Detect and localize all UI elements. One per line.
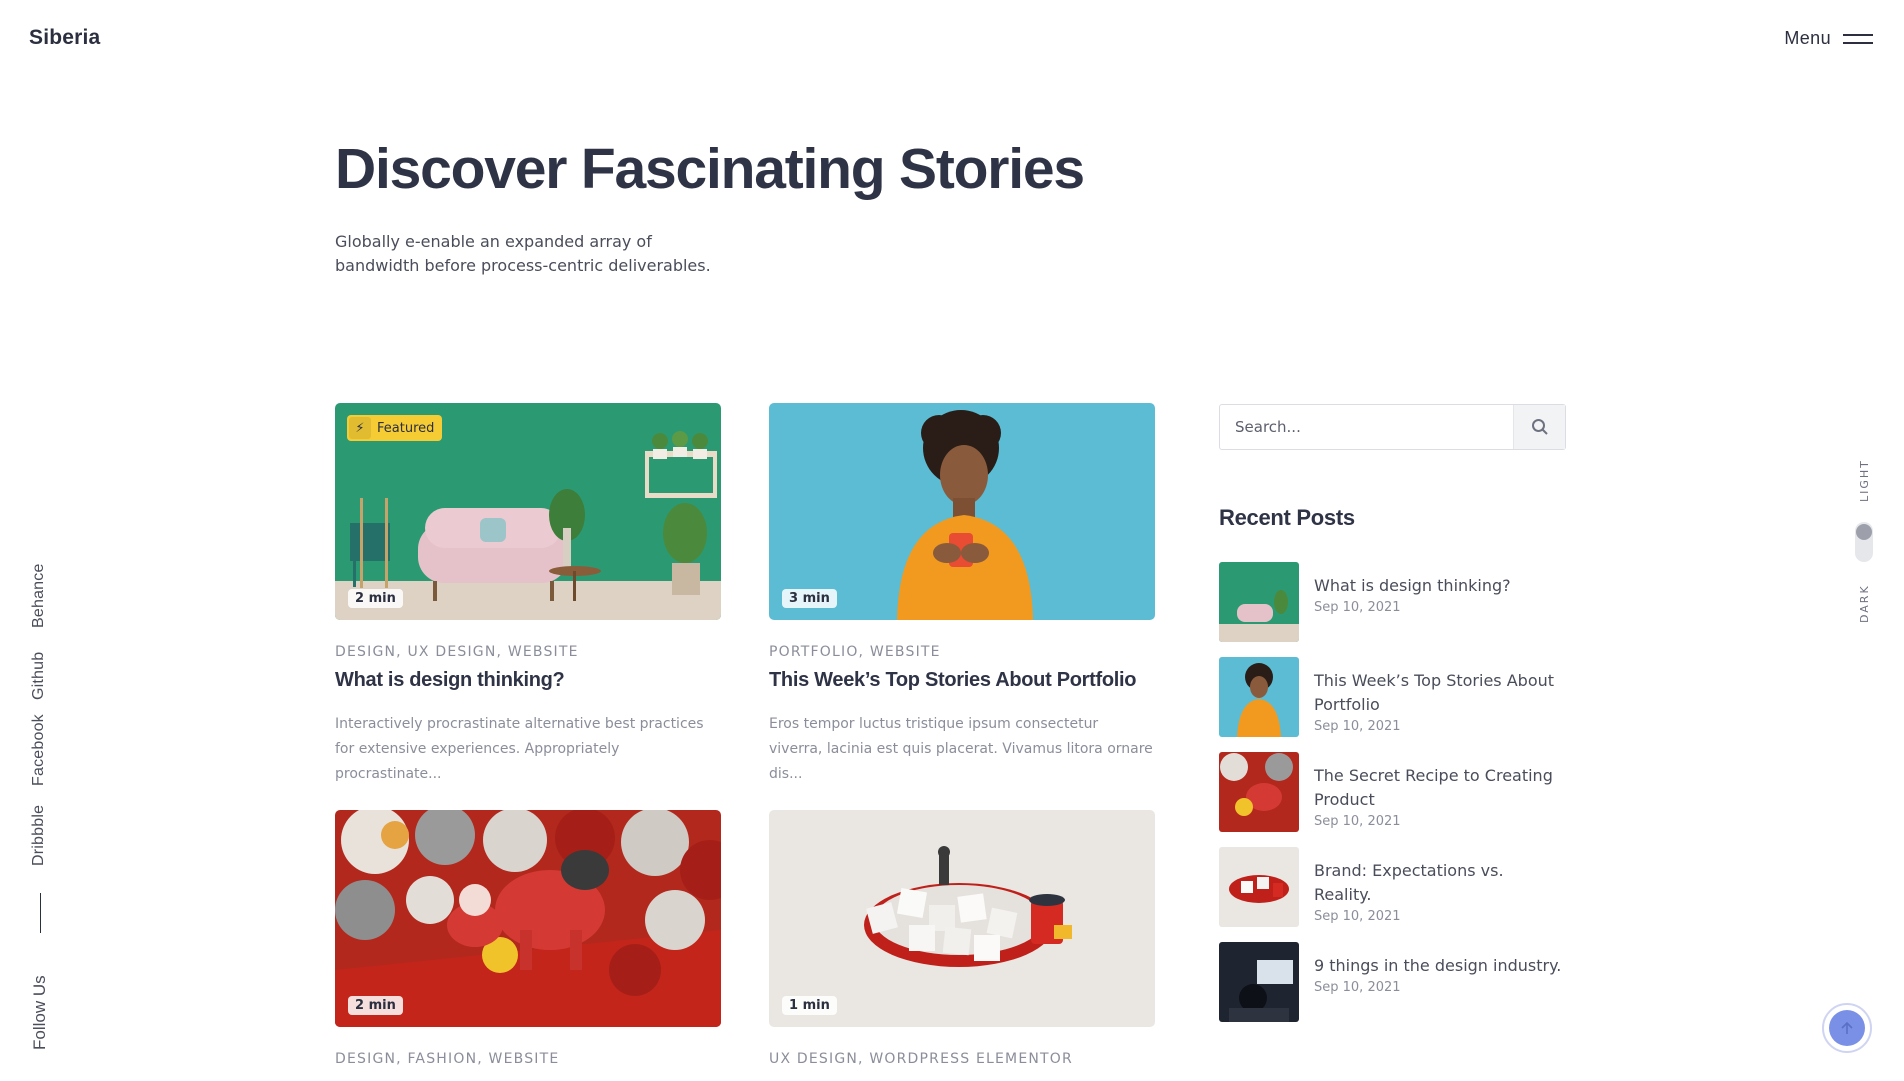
post-categories[interactable]: DESIGN, FASHION, WEBSITE: [335, 1051, 721, 1067]
post-image[interactable]: 2 min: [335, 810, 721, 1027]
featured-label: Featured: [377, 420, 435, 436]
recent-post-date: Sep 10, 2021: [1314, 980, 1401, 995]
hamburger-icon: [1843, 33, 1873, 45]
menu-button[interactable]: Menu: [1784, 28, 1873, 49]
recent-posts-list: What is design thinking? Sep 10, 2021 Th…: [1219, 562, 1579, 1037]
social-link-dribbble[interactable]: Dribbble: [30, 805, 48, 866]
post-image[interactable]: 1 min: [769, 810, 1155, 1027]
recent-post-item[interactable]: The Secret Recipe to Creating Product Se…: [1219, 752, 1579, 847]
recent-post-thumbnail[interactable]: [1219, 752, 1299, 832]
recent-post-thumbnail[interactable]: [1219, 847, 1299, 927]
post-excerpt: Eros tempor luctus tristique ipsum conse…: [769, 716, 1153, 782]
recent-post-item[interactable]: This Week’s Top Stories About Portfolio …: [1219, 657, 1579, 752]
scroll-to-top-button[interactable]: [1822, 1003, 1872, 1053]
recent-post-date: Sep 10, 2021: [1314, 719, 1401, 734]
post-title[interactable]: This Week’s Top Stories About Portfolio: [769, 669, 1155, 692]
recent-post-thumbnail[interactable]: [1219, 657, 1299, 737]
site-logo[interactable]: Siberia: [29, 26, 100, 50]
recent-post-item[interactable]: 9 things in the design industry. Sep 10,…: [1219, 942, 1579, 1037]
social-link-github[interactable]: Github: [30, 652, 48, 700]
recent-post-title[interactable]: 9 things in the design industry.: [1314, 954, 1564, 978]
recent-post-item[interactable]: What is design thinking? Sep 10, 2021: [1219, 562, 1579, 657]
read-time-badge: 1 min: [782, 996, 837, 1015]
social-divider: [40, 893, 41, 933]
page-subtitle: Globally e-enable an expanded array of b…: [335, 232, 711, 275]
post-title[interactable]: What is design thinking?: [335, 669, 721, 692]
recent-post-date: Sep 10, 2021: [1314, 909, 1401, 924]
recent-post-date: Sep 10, 2021: [1314, 600, 1401, 615]
theme-dark-label[interactable]: DARK: [1858, 584, 1871, 623]
read-time-badge: 3 min: [782, 589, 837, 608]
post-card: 1 min UX DESIGN, WORDPRESS ELEMENTOR: [769, 810, 1155, 1067]
recent-post-title[interactable]: The Secret Recipe to Creating Product: [1314, 764, 1564, 812]
featured-badge: ⚡ Featured: [347, 415, 443, 441]
theme-light-label[interactable]: LIGHT: [1858, 459, 1871, 502]
read-time-badge: 2 min: [348, 589, 403, 608]
search-icon: [1531, 419, 1548, 435]
recent-post-title[interactable]: This Week’s Top Stories About Portfolio: [1314, 669, 1564, 717]
search-form: [1219, 404, 1566, 450]
search-input[interactable]: [1220, 405, 1513, 449]
recent-posts-heading: Recent Posts: [1219, 505, 1355, 530]
recent-post-title[interactable]: Brand: Expectations vs. Reality.: [1314, 859, 1564, 907]
post-categories[interactable]: DESIGN, UX DESIGN, WEBSITE: [335, 644, 721, 660]
toggle-knob: [1856, 524, 1872, 540]
post-categories[interactable]: UX DESIGN, WORDPRESS ELEMENTOR: [769, 1051, 1155, 1067]
recent-post-thumbnail[interactable]: [1219, 942, 1299, 1022]
page-title: Discover Fascinating Stories: [335, 137, 1085, 201]
lightning-icon: ⚡: [349, 417, 371, 439]
arrow-up-icon: [1829, 1010, 1865, 1046]
search-button[interactable]: [1513, 405, 1565, 449]
post-image[interactable]: 3 min: [769, 403, 1155, 620]
recent-post-title[interactable]: What is design thinking?: [1314, 574, 1564, 598]
recent-post-date: Sep 10, 2021: [1314, 814, 1401, 829]
post-card: 3 min PORTFOLIO, WEBSITE This Week’s Top…: [769, 403, 1155, 787]
recent-post-thumbnail[interactable]: [1219, 562, 1299, 642]
recent-post-item[interactable]: Brand: Expectations vs. Reality. Sep 10,…: [1219, 847, 1579, 942]
social-link-facebook[interactable]: Facebook: [30, 714, 48, 786]
post-card: ⚡ Featured 2 min DESIGN, UX DESIGN, WEBS…: [335, 403, 721, 787]
post-card: 2 min DESIGN, FASHION, WEBSITE: [335, 810, 721, 1067]
theme-toggle[interactable]: [1855, 522, 1873, 562]
read-time-badge: 2 min: [348, 996, 403, 1015]
post-categories[interactable]: PORTFOLIO, WEBSITE: [769, 644, 1155, 660]
social-link-behance[interactable]: Behance: [30, 563, 48, 628]
post-excerpt: Interactively procrastinate alternative …: [335, 716, 704, 782]
follow-us-label: Follow Us: [30, 975, 49, 1050]
post-image[interactable]: ⚡ Featured 2 min: [335, 403, 721, 620]
menu-label: Menu: [1784, 28, 1831, 48]
